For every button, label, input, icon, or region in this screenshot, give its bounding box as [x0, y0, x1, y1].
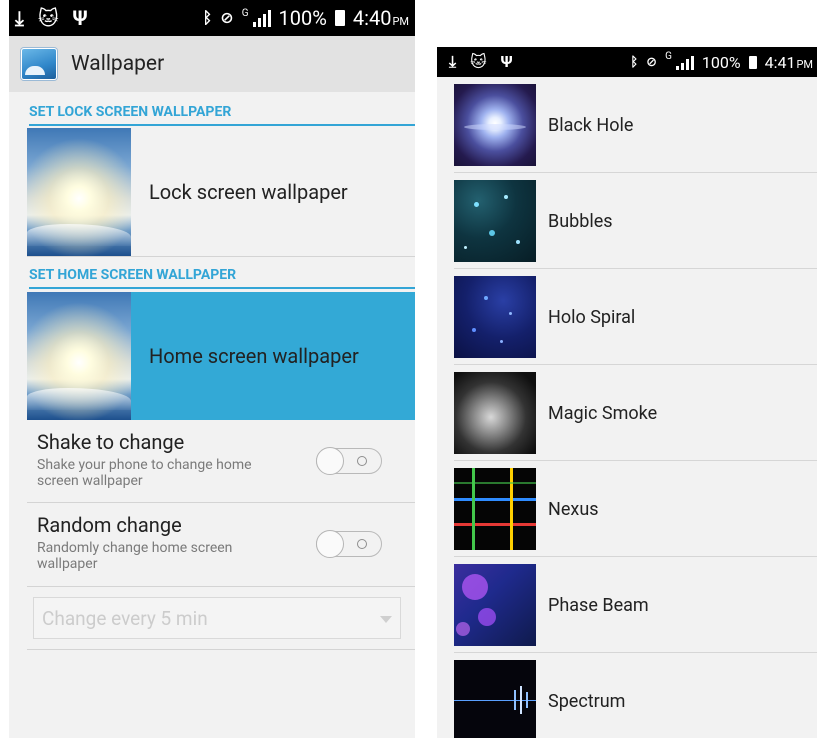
lock-screen-wallpaper-row[interactable]: Lock screen wallpaper: [27, 128, 415, 256]
list-item-bubbles[interactable]: Bubbles: [437, 173, 817, 269]
network-type-label: G: [241, 8, 249, 19]
live-wallpaper-picker-screen: ⤓ 🐱 Ψ ᛒ ⊘ G 100% 4:41PM Black Hole Bubbl…: [437, 47, 817, 738]
clock: 4:40PM: [353, 6, 409, 30]
list-item-phase-beam[interactable]: Phase Beam: [437, 557, 817, 653]
clock-ampm: PM: [392, 15, 409, 28]
random-change-pref[interactable]: Random change Randomly change home scree…: [37, 513, 415, 572]
status-bar: ⤓ 🐱 Ψ ᛒ ⊘ G 100% 4:41PM: [437, 47, 817, 77]
android-debug-icon: 🐱: [37, 6, 59, 30]
random-toggle[interactable]: [316, 530, 382, 558]
lock-section-header: SET LOCK SCREEN WALLPAPER: [29, 104, 415, 126]
caret-down-icon: [380, 616, 392, 623]
spectrum-thumbnail: [454, 660, 536, 738]
battery-icon: [748, 55, 757, 69]
wallpaper-name: Magic Smoke: [548, 402, 658, 424]
home-wallpaper-thumbnail: [27, 292, 131, 420]
list-item-spectrum[interactable]: Spectrum: [437, 653, 817, 738]
battery-icon: [334, 10, 345, 26]
black-hole-thumbnail: [454, 84, 536, 166]
download-icon: ⤓: [449, 52, 457, 71]
signal-strength-icon: G: [241, 8, 271, 27]
usb-icon: Ψ: [500, 52, 513, 71]
live-wallpaper-list[interactable]: Black Hole Bubbles Holo Spiral Magic Smo…: [437, 77, 817, 738]
random-pref-summary: Randomly change home screen wallpaper: [37, 540, 233, 572]
shake-pref-summary: Shake your phone to change home screen w…: [37, 457, 252, 489]
divider: [27, 586, 415, 587]
battery-percent: 100%: [278, 6, 327, 30]
wallpaper-app-icon[interactable]: [21, 48, 57, 80]
wallpaper-settings-screen: ⤓ 🐱 Ψ ᛒ ⊘ G 100% 4:40PM Wallpaper SET LO…: [9, 0, 415, 738]
clock-time: 4:40: [352, 6, 392, 30]
download-icon: ⤓: [15, 6, 24, 30]
status-bar: ⤓ 🐱 Ψ ᛒ ⊘ G 100% 4:40PM: [9, 0, 415, 36]
toggle-knob: [316, 447, 344, 475]
wallpaper-name: Phase Beam: [548, 594, 649, 616]
wallpaper-name: Holo Spiral: [548, 306, 636, 328]
divider: [27, 649, 415, 650]
battery-percent: 100%: [701, 52, 741, 72]
home-section-header: SET HOME SCREEN WALLPAPER: [29, 267, 415, 289]
dropdown-value: Change every 5 min: [42, 606, 208, 630]
list-item-nexus[interactable]: Nexus: [437, 461, 817, 557]
vibrate-icon: ⊘: [220, 8, 234, 27]
lock-wallpaper-label: Lock screen wallpaper: [149, 180, 348, 204]
clock-time: 4:41: [764, 52, 796, 72]
usb-icon: Ψ: [72, 6, 88, 30]
signal-strength-icon: G: [665, 51, 694, 70]
toggle-knob: [316, 530, 344, 558]
bluetooth-icon: ᛒ: [630, 54, 639, 70]
phase-beam-thumbnail: [454, 564, 536, 646]
home-screen-wallpaper-row[interactable]: Home screen wallpaper: [27, 292, 415, 420]
divider: [27, 502, 415, 503]
wallpaper-name: Bubbles: [548, 210, 613, 232]
shake-toggle[interactable]: [316, 447, 382, 475]
clock-ampm: PM: [796, 57, 813, 71]
wallpaper-name: Spectrum: [548, 690, 626, 712]
bluetooth-icon: ᛒ: [202, 8, 213, 27]
network-type-label: G: [665, 50, 672, 62]
holo-spiral-thumbnail: [454, 276, 536, 358]
change-interval-dropdown[interactable]: Change every 5 min: [33, 597, 401, 639]
android-debug-icon: 🐱: [470, 52, 487, 71]
shake-to-change-pref[interactable]: Shake to change Shake your phone to chan…: [37, 430, 415, 489]
vibrate-icon: ⊘: [646, 54, 658, 70]
nexus-thumbnail: [454, 468, 536, 550]
page-title: Wallpaper: [71, 52, 165, 76]
home-wallpaper-label: Home screen wallpaper: [149, 344, 359, 368]
list-item-magic-smoke[interactable]: Magic Smoke: [437, 365, 817, 461]
bubbles-thumbnail: [454, 180, 536, 262]
wallpaper-name: Nexus: [548, 498, 599, 520]
clock: 4:41PM: [765, 53, 813, 72]
magic-smoke-thumbnail: [454, 372, 536, 454]
action-bar: Wallpaper: [9, 36, 415, 92]
divider: [27, 256, 415, 257]
list-item-black-hole[interactable]: Black Hole: [437, 77, 817, 173]
toggle-off-icon: [357, 539, 367, 549]
lock-wallpaper-thumbnail: [27, 128, 131, 256]
toggle-off-icon: [357, 456, 367, 466]
wallpaper-name: Black Hole: [548, 114, 634, 136]
list-item-holo-spiral[interactable]: Holo Spiral: [437, 269, 817, 365]
